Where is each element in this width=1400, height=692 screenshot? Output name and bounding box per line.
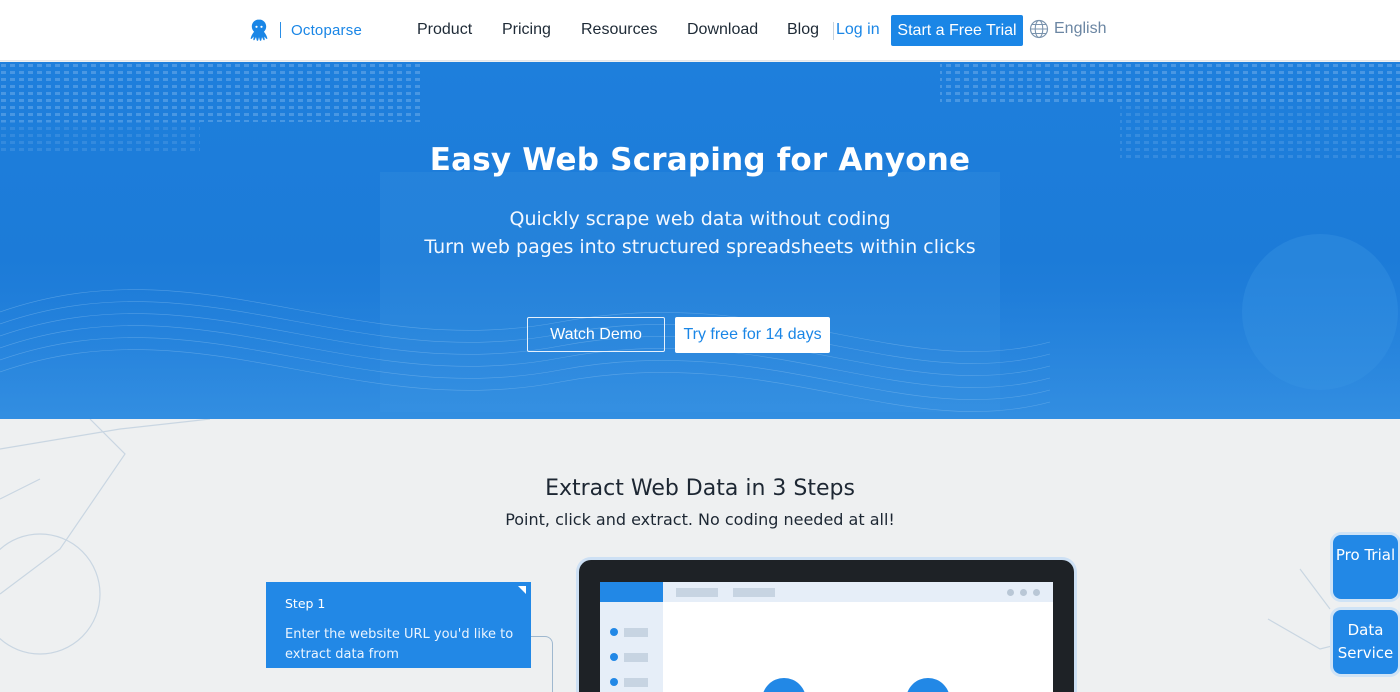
hero-subtitle-line-1: Quickly scrape web data without coding <box>509 208 891 230</box>
pro-trial-label: Pro Trial <box>1335 546 1396 564</box>
hero-banner: Easy Web Scraping for Anyone Quickly scr… <box>0 62 1400 419</box>
laptop-illustration <box>579 560 1074 692</box>
steps-title: Extract Web Data in 3 Steps <box>545 476 855 501</box>
brand-name: Octoparse <box>291 21 362 39</box>
screen-list-bar <box>624 653 648 662</box>
pro-trial-button[interactable]: Pro Trial <box>1333 535 1398 599</box>
screen-toolbar <box>663 582 1053 602</box>
screen-sidebar-header <box>600 582 663 602</box>
watch-demo-button[interactable]: Watch Demo <box>527 317 665 352</box>
step-connector-line <box>531 636 553 692</box>
screen-list-bullet <box>610 628 618 636</box>
data-service-button[interactable]: Data Service <box>1333 610 1398 674</box>
language-selector[interactable]: English <box>1029 19 1106 39</box>
step-1-title: Step 1 <box>285 596 326 611</box>
login-link[interactable]: Log in <box>836 21 880 39</box>
screen-feature-circle <box>762 678 806 692</box>
nav-blog[interactable]: Blog <box>787 21 819 39</box>
login-divider <box>833 22 834 40</box>
try-free-button[interactable]: Try free for 14 days <box>675 317 830 353</box>
screen-window-dot <box>1033 589 1040 596</box>
logo-divider <box>280 22 281 38</box>
hero-subtitle-line-2: Turn web pages into structured spreadshe… <box>424 236 976 258</box>
step-1-description: Enter the website URL you'd like to extr… <box>285 627 514 662</box>
steps-section: Extract Web Data in 3 Steps Point, click… <box>0 419 1400 692</box>
nav-product[interactable]: Product <box>417 21 472 39</box>
laptop-screen <box>600 582 1053 692</box>
screen-feature-circle <box>906 678 950 692</box>
globe-icon <box>1029 19 1049 39</box>
screen-toolbar-tab <box>733 588 775 597</box>
screen-list-bullet <box>610 653 618 661</box>
start-free-trial-button[interactable]: Start a Free Trial <box>891 15 1023 46</box>
nav-resources[interactable]: Resources <box>581 21 657 39</box>
brand-logo[interactable]: Octoparse <box>247 16 362 44</box>
nav-pricing[interactable]: Pricing <box>502 21 551 39</box>
corner-fold-icon <box>518 586 526 594</box>
data-service-label: Data Service <box>1337 621 1394 662</box>
octopus-logo-icon <box>250 19 268 41</box>
nav-download[interactable]: Download <box>687 21 758 39</box>
language-label: English <box>1054 20 1107 37</box>
screen-window-dot <box>1020 589 1027 596</box>
hero-title: Easy Web Scraping for Anyone <box>429 142 971 178</box>
steps-lead-text: Point, click and extract. No coding need… <box>505 510 895 529</box>
step-1-card[interactable]: Step 1 Enter the website URL you'd like … <box>266 582 531 668</box>
top-navigation-bar: Octoparse Product Pricing Resources Down… <box>0 0 1400 61</box>
screen-toolbar-tab <box>676 588 718 597</box>
screen-list-bar <box>624 678 648 687</box>
screen-list-bar <box>624 628 648 637</box>
screen-window-dot <box>1007 589 1014 596</box>
screen-list-bullet <box>610 678 618 686</box>
